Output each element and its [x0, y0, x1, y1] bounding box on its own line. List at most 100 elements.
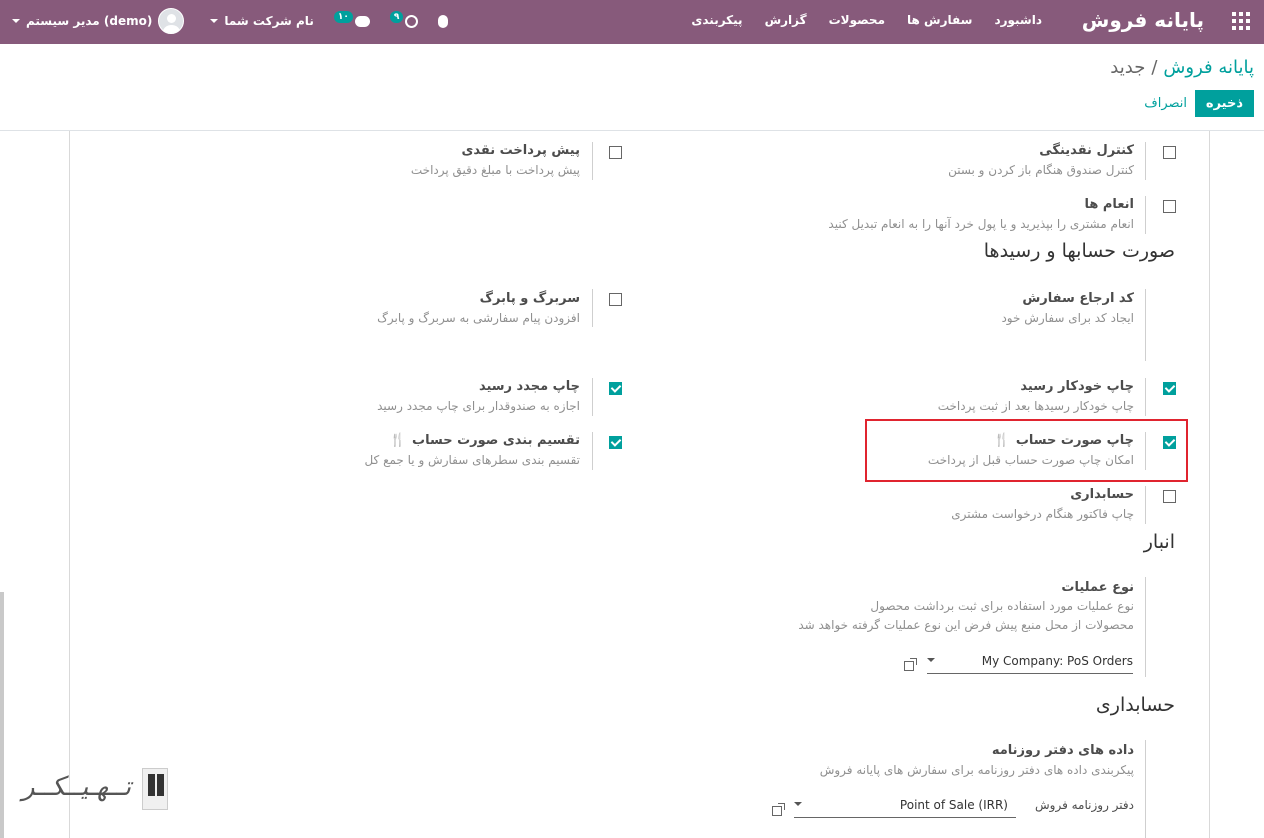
auto-print-desc: چاپ خودکار رسیدها بعد از ثبت پرداخت — [937, 399, 1134, 413]
bill-split-checkbox[interactable] — [609, 436, 622, 449]
divider — [1145, 740, 1146, 838]
cash-control-checkbox[interactable] — [1163, 146, 1176, 159]
bug-icon — [438, 14, 449, 28]
tips-desc: انعام مشتری را بپذیرید و یا پول خرد آنها… — [828, 217, 1134, 231]
form-sheet — [69, 131, 1210, 838]
discard-button[interactable]: انصراف — [1144, 96, 1187, 111]
invoicing-desc: چاپ فاکتور هنگام درخواست مشتری — [951, 507, 1134, 521]
divider — [1145, 432, 1146, 470]
scrollbar[interactable] — [0, 592, 4, 838]
divider — [1145, 486, 1146, 524]
invoicing-checkbox[interactable] — [1163, 490, 1176, 503]
save-button[interactable]: ذخیره — [1194, 90, 1254, 117]
operation-type-desc-2: محصولات از محل منبع پیش فرض این نوع عملی… — [798, 618, 1134, 632]
reprint-desc: اجازه به صندوقدار برای چاپ مجدد رسید — [377, 399, 580, 413]
breadcrumb-parent[interactable]: پایانه فروش — [1163, 57, 1254, 78]
main-menu: داشبورد سفارش ها محصولات گزارش پیکربندی — [691, 13, 1042, 27]
cash-prepay-desc: پیش پرداخت با مبلغ دقیق پرداخت — [410, 163, 580, 177]
journal-data-title: داده های دفتر روزنامه — [991, 743, 1134, 758]
header-footer-desc: افزودن پیام سفارشی به سربرگ و پابرگ — [377, 311, 580, 325]
chevron-down-icon — [794, 802, 802, 806]
menu-products[interactable]: محصولات — [829, 13, 885, 27]
cash-control-desc: کنترل صندوق هنگام باز کردن و بستن — [948, 163, 1134, 177]
operation-type-desc: نوع عملیات مورد استفاده برای ثبت برداشت … — [870, 599, 1134, 613]
sales-journal-select[interactable]: Point of Sale (IRR) — [794, 797, 1016, 818]
divider — [1145, 142, 1146, 180]
menu-orders[interactable]: سفارش ها — [907, 13, 972, 27]
chat-icon — [354, 15, 370, 27]
bill-split-title-text: تقسیم بندی صورت حساب — [412, 433, 580, 448]
top-navbar: پایانه فروش داشبورد سفارش ها محصولات گزا… — [0, 0, 1264, 44]
highlight-box — [865, 419, 1188, 482]
bill-print-desc: امکان چاپ صورت حساب قبل از پرداخت — [927, 453, 1134, 467]
divider — [1145, 196, 1146, 234]
bill-split-desc: تقسیم بندی سطرهای سفارش و یا جمع کل — [364, 453, 580, 467]
journal-data-desc: پیکربندی داده های دفتر روزنامه برای سفار… — [819, 763, 1134, 777]
cash-prepay-checkbox[interactable] — [609, 146, 622, 159]
auto-print-checkbox[interactable] — [1163, 382, 1176, 395]
divider — [1145, 577, 1146, 677]
divider — [592, 142, 593, 180]
watermark-mark — [142, 768, 168, 810]
debug-menu[interactable] — [438, 14, 449, 28]
user-name: مدیر سیستم (demo) — [26, 14, 153, 28]
bill-print-title: چاپ صورت حساب 🍴 — [994, 433, 1134, 448]
caret-down-icon — [12, 19, 20, 23]
bill-print-checkbox[interactable] — [1163, 436, 1176, 449]
clock-icon — [405, 14, 419, 28]
systray: مدیر سیستم (demo) نام شرکت شما ۱۰ ۹ — [12, 8, 449, 34]
app-brand[interactable]: پایانه فروش — [1082, 8, 1204, 32]
menu-configuration[interactable]: پیکربندی — [691, 13, 742, 27]
auto-print-title: چاپ خودکار رسید — [1020, 379, 1134, 394]
header-footer-title: سربرگ و پابرگ — [479, 291, 580, 306]
chat-badge: ۱۰ — [333, 11, 353, 23]
header-footer-checkbox[interactable] — [609, 293, 622, 306]
apps-menu-icon[interactable] — [1232, 12, 1250, 30]
breadcrumb-separator: / — [1151, 57, 1158, 78]
cash-prepay-title: پیش پرداخت نقدی — [461, 143, 580, 158]
menu-reporting[interactable]: گزارش — [765, 13, 807, 27]
section-accounting: حسابداری — [1095, 694, 1175, 716]
user-menu[interactable]: مدیر سیستم (demo) — [12, 8, 185, 34]
cash-control-title: کنترل نقدینگی — [1039, 143, 1134, 158]
operation-type-select[interactable]: My Company: PoS Orders — [927, 653, 1133, 674]
invoicing-title: حسابداری — [1070, 487, 1134, 502]
bill-split-title: تقسیم بندی صورت حساب 🍴 — [390, 433, 580, 448]
avatar — [158, 8, 185, 34]
external-link-icon[interactable] — [772, 803, 785, 816]
activity-badge: ۹ — [389, 11, 404, 23]
fork-knife-icon: 🍴 — [993, 433, 1010, 448]
divider — [592, 378, 593, 416]
section-bills-receipts: صورت حسابها و رسیدها — [983, 240, 1175, 262]
company-switcher[interactable]: نام شرکت شما — [210, 14, 314, 28]
divider — [1145, 289, 1146, 361]
tips-title: انعام ها — [1084, 197, 1134, 212]
chevron-down-icon — [927, 658, 935, 662]
caret-down-icon — [210, 19, 219, 23]
divider — [592, 432, 593, 470]
order-ref-desc: ایجاد کد برای سفارش خود — [1001, 311, 1134, 325]
breadcrumb: پایانه فروش / جدید — [1110, 57, 1254, 78]
sales-journal-value: Point of Sale (IRR) — [899, 798, 1008, 812]
sales-journal-label: دفتر روزنامه فروش — [1035, 798, 1134, 812]
control-panel: پایانه فروش / جدید ذخیره انصراف — [0, 44, 1264, 131]
section-inventory: انبار — [1143, 531, 1175, 553]
company-name: نام شرکت شما — [224, 14, 314, 28]
divider — [592, 289, 593, 327]
external-link-icon[interactable] — [904, 658, 917, 671]
operation-type-value: My Company: PoS Orders — [981, 654, 1133, 668]
reprint-checkbox[interactable] — [609, 382, 622, 395]
order-ref-title: کد ارجاع سفارش — [1022, 291, 1134, 306]
tips-checkbox[interactable] — [1163, 200, 1176, 213]
watermark-logo: تــهـیــکــر — [22, 768, 168, 816]
chat-menu[interactable]: ۱۰ — [333, 11, 370, 27]
menu-dashboard[interactable]: داشبورد — [994, 13, 1042, 27]
divider — [1145, 378, 1146, 416]
activity-menu[interactable]: ۹ — [389, 11, 419, 28]
reprint-title: چاپ مجدد رسید — [478, 379, 580, 394]
bill-print-title-text: چاپ صورت حساب — [1015, 433, 1134, 448]
breadcrumb-current: جدید — [1110, 57, 1146, 78]
watermark-text: تــهـیــکــر — [22, 772, 132, 802]
operation-type-title: نوع عملیات — [1061, 580, 1134, 595]
fork-knife-icon: 🍴 — [389, 433, 407, 448]
